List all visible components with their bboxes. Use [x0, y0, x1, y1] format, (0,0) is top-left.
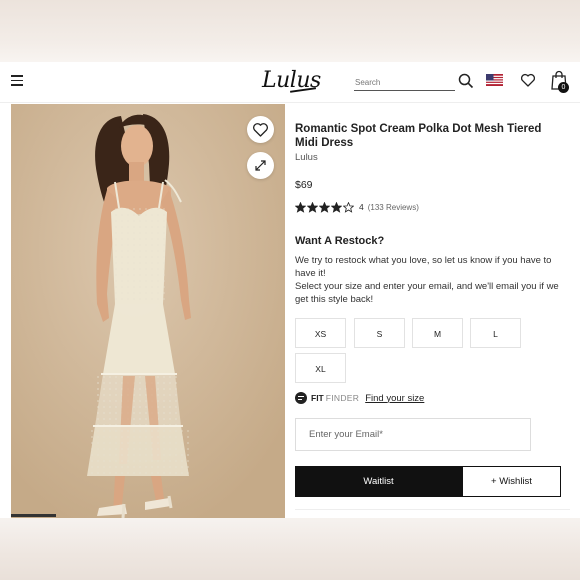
size-option-xs[interactable]: XS: [295, 318, 346, 348]
star-filled-icon: [331, 201, 342, 213]
wishlist-heart-icon[interactable]: [520, 72, 536, 88]
search-icon[interactable]: [458, 73, 474, 89]
product-image[interactable]: [11, 104, 285, 518]
restock-heading: Want A Restock?: [295, 235, 385, 247]
image-expand-button[interactable]: [247, 152, 274, 179]
product-page: Lulus 0: [0, 62, 580, 518]
fit-finder-brand-fit: FIT: [311, 393, 324, 403]
image-carousel-indicator: [11, 514, 56, 517]
size-option-s[interactable]: S: [354, 318, 405, 348]
size-option-m[interactable]: M: [412, 318, 463, 348]
star-filled-icon: [307, 201, 318, 213]
product-price: $69: [295, 179, 313, 191]
star-filled-icon: [295, 201, 306, 213]
heart-icon: [253, 123, 268, 137]
menu-icon[interactable]: [11, 75, 23, 86]
star-empty-icon: [343, 201, 354, 213]
waitlist-button[interactable]: Waitlist: [295, 466, 462, 497]
find-your-size-link[interactable]: Find your size: [365, 393, 424, 404]
rating-stars: [295, 201, 355, 213]
add-to-wishlist-button[interactable]: + Wishlist: [462, 466, 561, 497]
photo-blur-top: [0, 0, 580, 62]
logo[interactable]: Lulus: [262, 68, 321, 93]
restock-description: We try to restock what you love, so let …: [295, 254, 563, 306]
cart-count-badge: 0: [558, 82, 569, 93]
site-header: Lulus 0: [0, 62, 580, 103]
search-input[interactable]: [354, 75, 455, 91]
model-photo: [11, 104, 285, 518]
photo-blur-bottom: [0, 518, 580, 580]
search-bar: [354, 73, 474, 93]
restock-line-2: Select your size and enter your email, a…: [295, 281, 559, 305]
expand-icon: [255, 160, 266, 171]
us-flag-icon[interactable]: [486, 74, 503, 86]
divider: [295, 509, 570, 510]
fit-finder-brand-finder: FINDER: [325, 393, 360, 403]
restock-line-1: We try to restock what you love, so let …: [295, 255, 552, 279]
email-field[interactable]: [295, 418, 531, 451]
product-rating[interactable]: 4 (133 Reviews): [295, 201, 419, 213]
product-brand[interactable]: Lulus: [295, 152, 318, 163]
size-option-l[interactable]: L: [470, 318, 521, 348]
rating-value: 4: [359, 202, 364, 212]
image-favorite-button[interactable]: [247, 116, 274, 143]
fit-finder: FIT FINDER Find your size: [295, 391, 424, 405]
fit-finder-logo-icon: [295, 392, 307, 404]
product-title: Romantic Spot Cream Polka Dot Mesh Tiere…: [295, 123, 542, 149]
review-count[interactable]: (133 Reviews): [368, 203, 419, 212]
star-filled-icon: [319, 201, 330, 213]
size-option-xl[interactable]: XL: [295, 353, 346, 383]
